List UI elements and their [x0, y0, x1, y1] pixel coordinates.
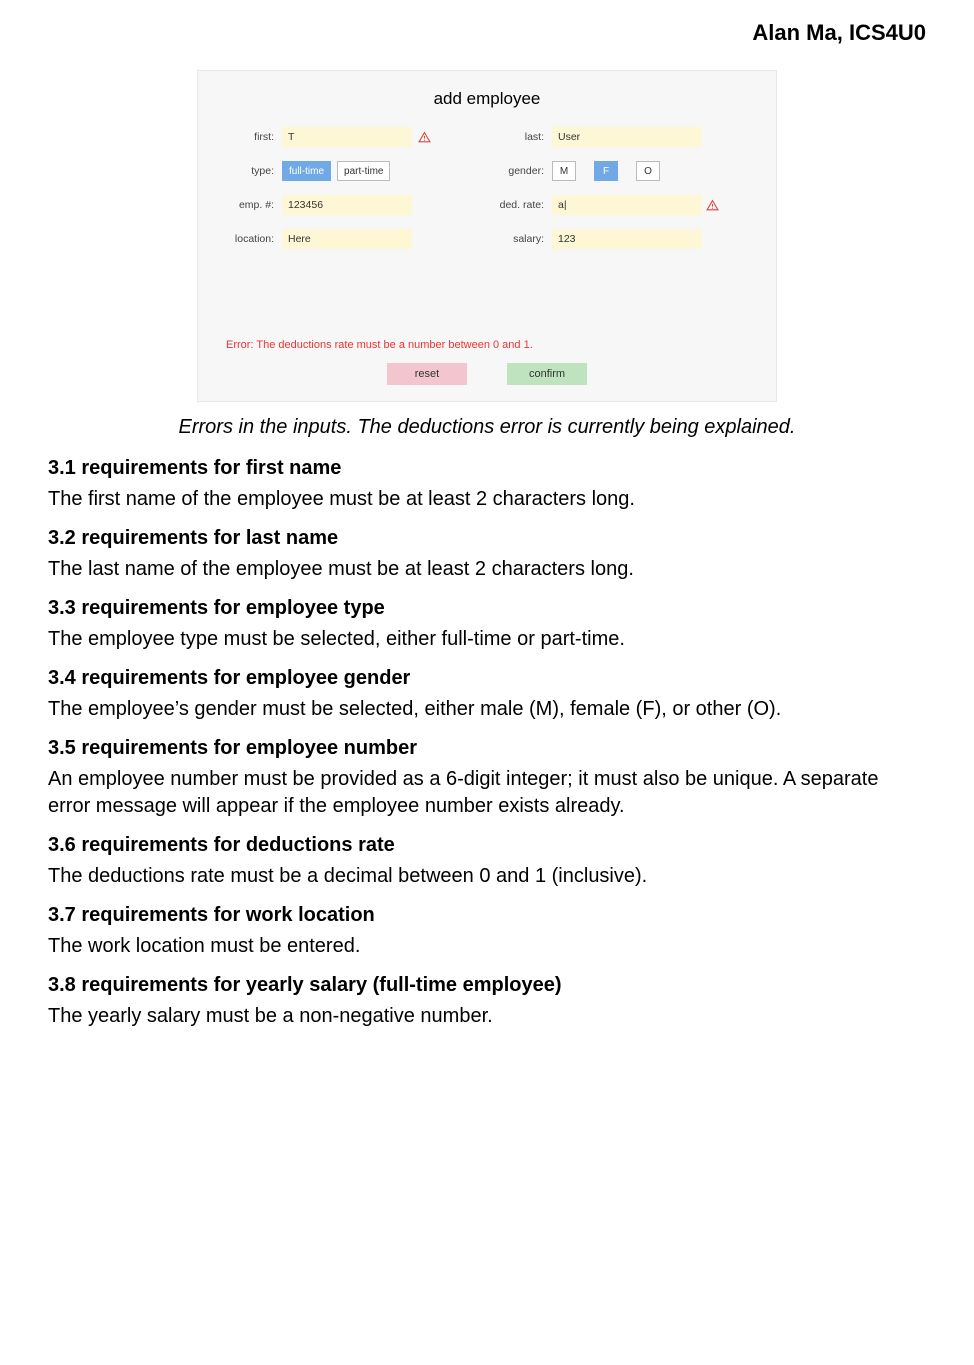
- section: 3.1 requirements for first name The firs…: [48, 457, 926, 513]
- label-location: location:: [226, 233, 282, 245]
- label-first: first:: [226, 131, 282, 143]
- label-dedrate: ded. rate:: [496, 199, 552, 211]
- page-header: Alan Ma, ICS4U0: [48, 20, 926, 46]
- label-empnum: emp. #:: [226, 199, 282, 211]
- location-input[interactable]: [282, 229, 412, 249]
- label-salary: salary:: [496, 233, 552, 245]
- section-body: The last name of the employee must be at…: [48, 556, 926, 583]
- app-screenshot: add employee first: last: type: full-tim…: [197, 70, 777, 402]
- last-input[interactable]: [552, 127, 702, 147]
- label-last: last:: [496, 131, 552, 143]
- warning-icon: [706, 199, 719, 212]
- dedrate-input[interactable]: [552, 195, 702, 215]
- section: 3.4 requirements for employee gender The…: [48, 667, 926, 723]
- section-body: The employee type must be selected, eith…: [48, 626, 926, 653]
- section-heading: 3.4 requirements for employee gender: [48, 667, 926, 690]
- type-parttime-button[interactable]: part-time: [337, 161, 390, 181]
- empnum-input[interactable]: [282, 195, 412, 215]
- section-heading: 3.2 requirements for last name: [48, 527, 926, 550]
- section-heading: 3.3 requirements for employee type: [48, 597, 926, 620]
- section-body: The employee’s gender must be selected, …: [48, 696, 926, 723]
- first-warning: [412, 131, 436, 144]
- confirm-button[interactable]: confirm: [507, 363, 587, 385]
- label-type: type:: [226, 165, 282, 177]
- section: 3.6 requirements for deductions rate The…: [48, 834, 926, 890]
- section: 3.3 requirements for employee type The e…: [48, 597, 926, 653]
- section-heading: 3.5 requirements for employee number: [48, 737, 926, 760]
- section-body: The deductions rate must be a decimal be…: [48, 863, 926, 890]
- gender-o-button[interactable]: O: [636, 161, 660, 181]
- section: 3.8 requirements for yearly salary (full…: [48, 974, 926, 1030]
- section-body: The first name of the employee must be a…: [48, 486, 926, 513]
- gender-m-button[interactable]: M: [552, 161, 576, 181]
- figure-caption: Errors in the inputs. The deductions err…: [48, 416, 926, 439]
- section-heading: 3.8 requirements for yearly salary (full…: [48, 974, 926, 997]
- first-input[interactable]: [282, 127, 412, 147]
- section-heading: 3.1 requirements for first name: [48, 457, 926, 480]
- reset-button[interactable]: reset: [387, 363, 467, 385]
- section-body: The yearly salary must be a non-negative…: [48, 1003, 926, 1030]
- section: 3.7 requirements for work location The w…: [48, 904, 926, 960]
- section-body: An employee number must be provided as a…: [48, 766, 926, 820]
- salary-input[interactable]: [552, 229, 702, 249]
- warning-icon: [418, 131, 431, 144]
- section: 3.5 requirements for employee number An …: [48, 737, 926, 820]
- section-heading: 3.7 requirements for work location: [48, 904, 926, 927]
- gender-f-button[interactable]: F: [594, 161, 618, 181]
- app-title: add employee: [226, 89, 748, 109]
- label-gender: gender:: [496, 165, 552, 177]
- section-heading: 3.6 requirements for deductions rate: [48, 834, 926, 857]
- section-body: The work location must be entered.: [48, 933, 926, 960]
- dedrate-warning: [702, 199, 722, 212]
- type-fulltime-button[interactable]: full-time: [282, 161, 331, 181]
- section: 3.2 requirements for last name The last …: [48, 527, 926, 583]
- error-message: Error: The deductions rate must be a num…: [226, 339, 748, 351]
